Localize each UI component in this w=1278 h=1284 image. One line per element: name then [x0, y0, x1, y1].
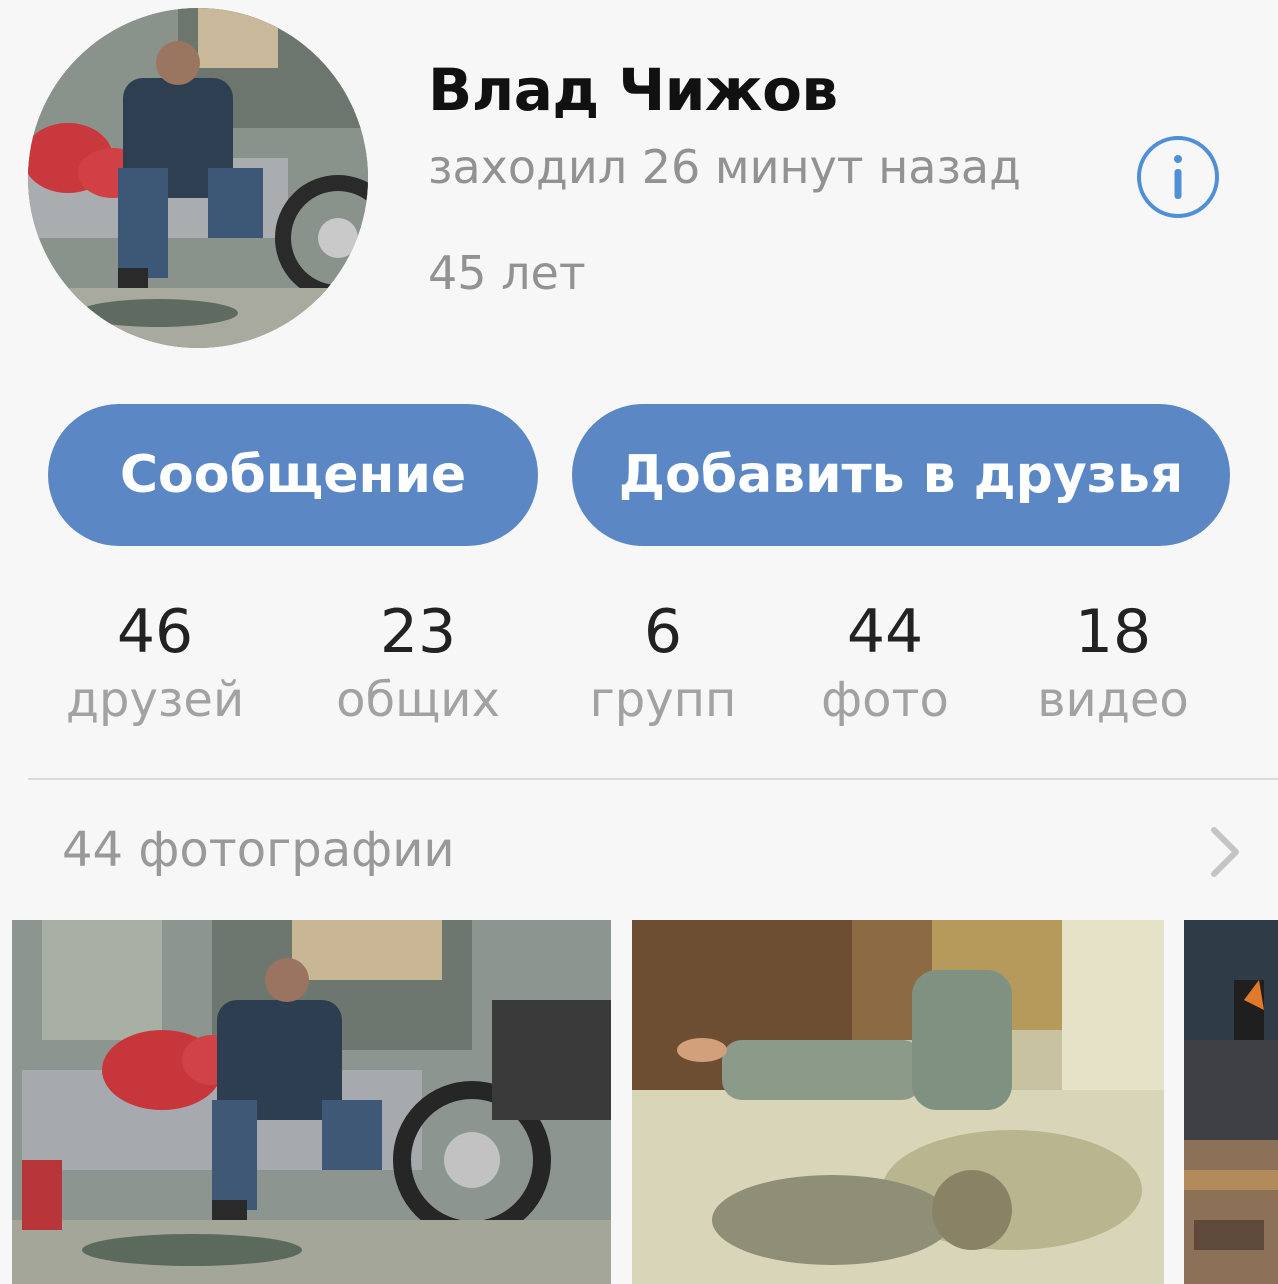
- stat-label: групп: [589, 672, 737, 728]
- profile-age: 45 лет: [428, 246, 586, 300]
- last-seen-status: заходил 26 минут назад: [428, 140, 1021, 194]
- stat-label: общих: [336, 672, 500, 728]
- profile-counters: 46 друзей 23 общих 6 групп 44 фото 18 ви…: [0, 596, 1278, 746]
- stat-label: видео: [1037, 672, 1189, 728]
- chevron-right-icon: [1206, 824, 1242, 880]
- stat-value: 44: [846, 597, 924, 667]
- section-divider: [28, 778, 1278, 780]
- message-button[interactable]: Сообщение: [48, 404, 538, 546]
- stat-value: 6: [643, 597, 683, 667]
- stat-mutual[interactable]: 23 общих: [298, 596, 538, 732]
- stat-value: 18: [1074, 597, 1152, 667]
- profile-name: Влад Чижов: [428, 56, 838, 124]
- info-button[interactable]: [1136, 135, 1220, 219]
- stat-value: 46: [116, 597, 194, 667]
- stat-videos[interactable]: 18 видео: [993, 596, 1233, 732]
- stat-label: фото: [821, 672, 949, 728]
- photos-title: 44 фотографии: [62, 822, 455, 878]
- add-friend-button[interactable]: Добавить в друзья: [572, 404, 1230, 546]
- photo-thumbnail[interactable]: [12, 920, 611, 1284]
- profile-avatar[interactable]: [28, 8, 368, 348]
- stat-groups[interactable]: 6 групп: [543, 596, 783, 732]
- stat-value: 23: [379, 597, 457, 667]
- add-friend-button-label: Добавить в друзья: [618, 445, 1184, 505]
- photo-thumbnail[interactable]: [1184, 920, 1278, 1284]
- stat-friends[interactable]: 46 друзей: [35, 596, 275, 732]
- message-button-label: Сообщение: [119, 445, 467, 505]
- photo-thumbnail[interactable]: [632, 920, 1164, 1284]
- stat-label: друзей: [65, 672, 245, 728]
- stat-photos[interactable]: 44 фото: [765, 596, 1005, 732]
- photos-section-header[interactable]: 44 фотографии: [0, 800, 1278, 900]
- info-icon: [1137, 136, 1219, 218]
